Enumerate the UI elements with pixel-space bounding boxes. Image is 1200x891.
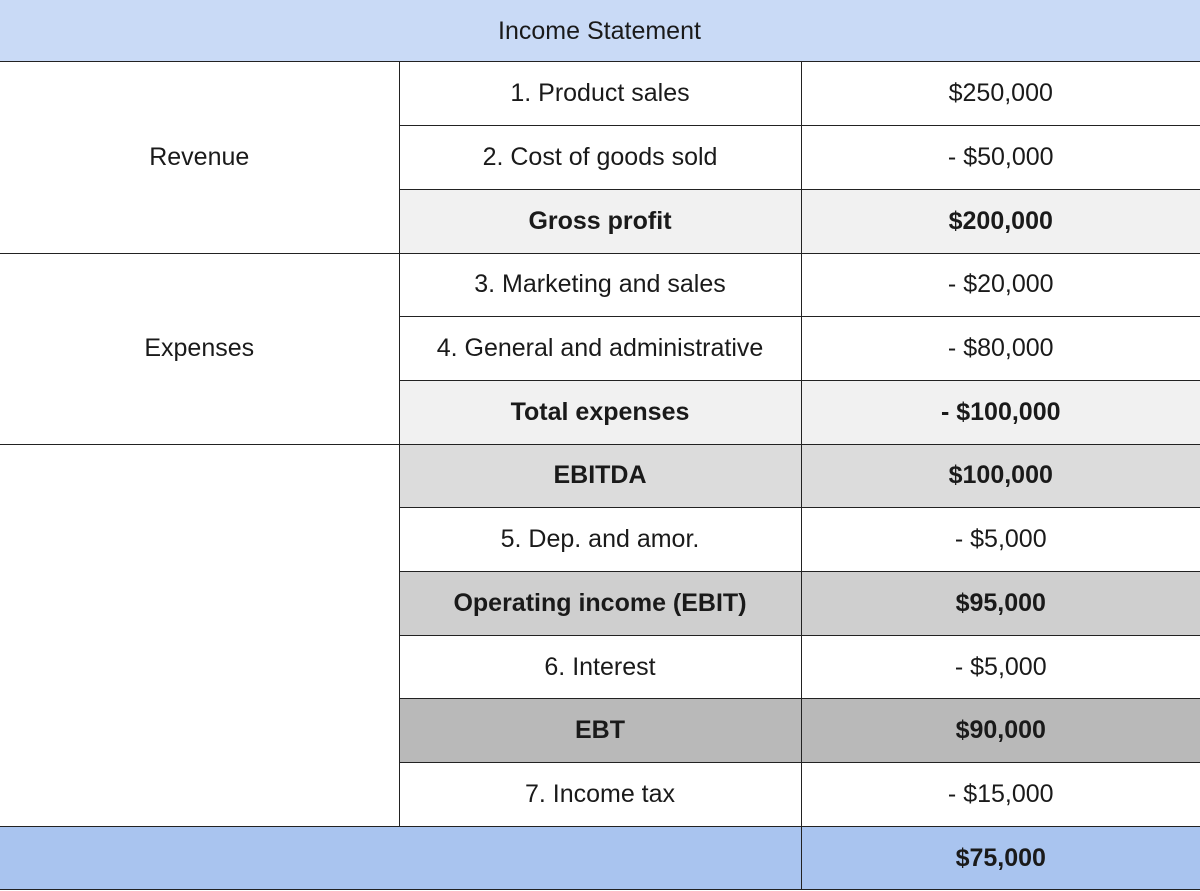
line-item-value: - $5,000	[801, 635, 1200, 700]
group-label-revenue: Revenue	[0, 62, 399, 254]
line-item-label: 6. Interest	[398, 635, 802, 700]
table-row: Expenses 3. Marketing and sales - $20,00…	[0, 253, 1200, 445]
group-label-expenses: Expenses	[0, 253, 399, 445]
statement-title: Income Statement	[498, 17, 701, 45]
line-item-label: 3. Marketing and sales	[398, 253, 802, 318]
line-item-label: 5. Dep. and amor.	[398, 507, 802, 572]
line-item-label: 7. Income tax	[398, 762, 802, 827]
net-income-row: $75,000	[0, 825, 1200, 891]
subtotal-label: EBT	[398, 698, 802, 764]
subtotal-value: - $100,000	[801, 380, 1200, 445]
subtotal-row: EBITDA $100,000	[0, 444, 1200, 827]
net-income-label	[0, 825, 802, 891]
subtotal-label: Gross profit	[398, 189, 802, 254]
subtotal-value: $95,000	[801, 571, 1200, 636]
group-label-blank	[0, 444, 399, 827]
subtotal-value: $200,000	[801, 189, 1200, 254]
line-item-value: - $80,000	[801, 316, 1200, 381]
line-item-value: - $5,000	[801, 507, 1200, 572]
line-item-label: 2. Cost of goods sold	[398, 125, 802, 190]
subtotal-label: EBITDA	[398, 444, 802, 509]
net-income-value: $75,000	[801, 825, 1200, 891]
line-item-value: - $50,000	[801, 125, 1200, 190]
line-item-value: - $20,000	[801, 253, 1200, 318]
line-item-value: - $15,000	[801, 762, 1200, 827]
title-bar: Income Statement	[0, 0, 1200, 62]
income-statement-table: Revenue 1. Product sales $250,000 2. Cos…	[0, 62, 1200, 891]
subtotal-value: $90,000	[801, 698, 1200, 764]
subtotal-label: Total expenses	[398, 380, 802, 445]
table-row: Revenue 1. Product sales $250,000	[0, 62, 1200, 254]
income-statement-sheet: Income Statement Revenue 1. Product sale…	[0, 0, 1200, 891]
line-item-label: 4. General and administrative	[398, 316, 802, 381]
subtotal-value: $100,000	[801, 444, 1200, 509]
line-item-label: 1. Product sales	[398, 62, 802, 127]
line-item-value: $250,000	[801, 62, 1200, 127]
subtotal-label: Operating income (EBIT)	[398, 571, 802, 636]
